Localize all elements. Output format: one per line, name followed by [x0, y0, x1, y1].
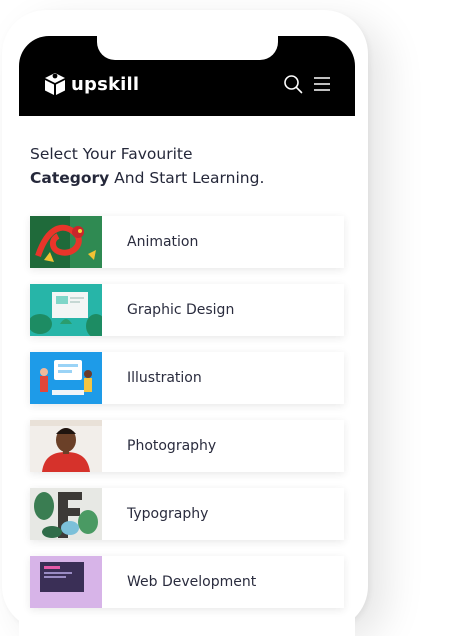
- category-label: Web Development: [127, 574, 257, 590]
- category-label: Animation: [127, 234, 199, 250]
- heading-rest: And Start Learning.: [109, 169, 265, 187]
- search-icon[interactable]: [283, 74, 303, 94]
- heading-line-1: Select Your Favourite: [30, 145, 193, 163]
- category-label: Illustration: [127, 370, 202, 386]
- phone-frame: upskill Select Your Favourite Category A…: [2, 10, 368, 636]
- category-label: Typography: [127, 506, 209, 522]
- upskill-logo-icon: [45, 73, 65, 95]
- category-item-typography[interactable]: Typography: [30, 488, 344, 540]
- heading-emphasis: Category: [30, 169, 110, 187]
- category-item-graphic-design[interactable]: Graphic Design: [30, 284, 344, 336]
- illustration-thumbnail: [30, 352, 102, 404]
- category-item-photography[interactable]: Photography: [30, 420, 344, 472]
- app-header: upskill: [19, 36, 355, 116]
- hamburger-menu-icon[interactable]: [312, 74, 332, 94]
- category-label: Photography: [127, 438, 217, 454]
- category-item-illustration[interactable]: Illustration: [30, 352, 344, 404]
- heading-line-2: Category And Start Learning.: [30, 166, 330, 190]
- graphic-design-thumbnail: [30, 284, 102, 336]
- photography-thumbnail: [30, 420, 102, 472]
- web-development-thumbnail: [30, 556, 102, 608]
- app-screen: upskill Select Your Favourite Category A…: [19, 36, 355, 636]
- phone-notch: [97, 36, 278, 60]
- brand-name: upskill: [71, 73, 140, 95]
- category-item-web-development[interactable]: Web Development: [30, 556, 344, 608]
- page-heading: Select Your Favourite Category And Start…: [30, 142, 330, 190]
- category-item-animation[interactable]: Animation: [30, 216, 344, 268]
- animation-thumbnail: [30, 216, 102, 268]
- typography-thumbnail: [30, 488, 102, 540]
- brand-logo[interactable]: upskill: [43, 72, 139, 96]
- category-label: Graphic Design: [127, 302, 235, 318]
